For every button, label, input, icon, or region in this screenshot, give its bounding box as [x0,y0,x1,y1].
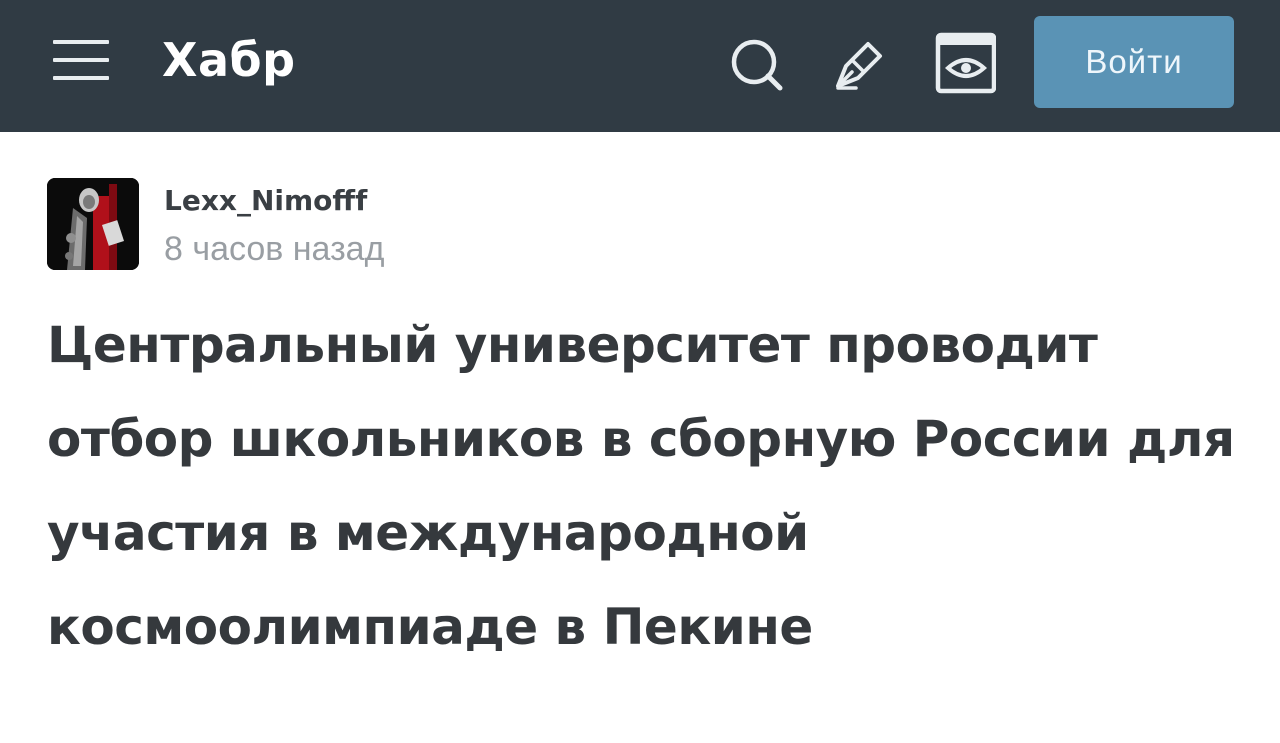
top-navigation-bar: Хабр Войти [0,0,1280,132]
site-logo[interactable]: Хабр [162,24,296,96]
menu-line [53,40,109,44]
hamburger-menu-icon[interactable] [53,38,109,82]
author-username[interactable]: Lexx_Nimofff [164,178,367,224]
author-avatar[interactable] [47,178,139,270]
pen-nib-icon[interactable] [826,32,890,96]
search-icon[interactable] [724,32,788,96]
login-button[interactable]: Войти [1034,16,1234,108]
publish-time: 8 часов назад [164,230,385,268]
menu-line [53,58,109,62]
post-title[interactable]: Центральный университет проводит отбор ш… [47,298,1247,674]
menu-line [53,76,109,80]
eye-icon[interactable] [932,32,997,96]
